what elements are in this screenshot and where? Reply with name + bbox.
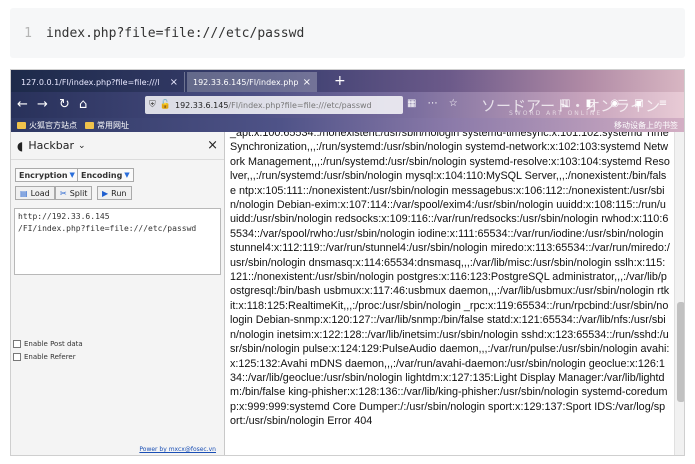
checkbox-label: Enable Post data (24, 340, 83, 348)
insecure-lock-icon[interactable]: 🔓 (160, 100, 171, 110)
encryption-dropdown[interactable]: Encryption ▼ (15, 168, 79, 182)
close-icon[interactable]: × (207, 138, 218, 153)
tab-active[interactable]: 192.33.6.145/FI/index.php?fi × (187, 72, 317, 92)
folder-icon (17, 122, 26, 129)
close-icon[interactable]: × (303, 77, 311, 88)
url-host: 192.33.6.145 (174, 100, 229, 110)
load-button[interactable]: ▤ Load (15, 186, 55, 200)
mobile-bookmarks[interactable]: 移动设备上的书签 (614, 120, 678, 131)
post-data-checkbox[interactable]: Enable Post data (13, 340, 83, 348)
encoding-label: Encoding (81, 170, 123, 180)
dropdown-arrow-icon: ▼ (124, 171, 130, 179)
dropdown-arrow-icon: ▼ (69, 171, 75, 179)
bookmark-label: 常用网址 (97, 121, 129, 130)
split-icon: ✂ (60, 188, 67, 198)
hackbar-url-textarea[interactable]: http://192.33.6.145 /FI/index.php?file=f… (14, 208, 221, 275)
new-tab-button[interactable]: + (334, 72, 346, 90)
hackbar-panel: ◖ Hackbar ⌄ × Encryption ▼ Encoding ▼ ▤ Loa… (11, 132, 225, 455)
page-content: _apt:x:100:65534::/nonexistent:/usr/sbin… (226, 132, 674, 455)
navigation-bar: ← → ↻ ⌂ ⛨ 🔓 192.33.6.145 /FI/index.php?f… (11, 92, 684, 118)
url-path: /FI/index.php?file=file:///etc/passwd (228, 100, 372, 110)
tab-label: 192.33.6.145/FI/index.php?fi (193, 77, 299, 87)
load-icon: ▤ (20, 188, 28, 198)
split-label: Split (69, 188, 88, 198)
run-icon: ▶ (102, 188, 109, 198)
page-action-icons[interactable]: ▦ ⋯ ☆ (407, 98, 462, 109)
hackbar-header: ◖ Hackbar ⌄ × (11, 132, 224, 160)
code-snippet: 1 index.php?file=file:///etc/passwd (10, 8, 685, 58)
url-bar[interactable]: ⛨ 🔓 192.33.6.145 /FI/index.php?file=file… (145, 96, 403, 114)
reload-icon[interactable]: ↻ (59, 96, 70, 114)
back-icon[interactable]: ← (17, 96, 28, 114)
load-label: Load (30, 188, 50, 198)
hackbar-credit-link[interactable]: Power by mxcx@fosec.vn (139, 446, 216, 453)
checkbox-box[interactable] (13, 353, 21, 361)
forward-icon[interactable]: → (37, 96, 48, 114)
bookmark-firefox[interactable]: 火狐官方站点 (17, 120, 77, 131)
toolbar-icons[interactable]: ▥ ◧ ◉ ▣ ≡ (561, 98, 673, 109)
bookmarks-bar: 火狐官方站点 常用网址 移动设备上的书签 (11, 118, 684, 132)
home-icon[interactable]: ⌂ (79, 96, 87, 114)
vertical-scrollbar[interactable] (674, 132, 684, 455)
referer-checkbox[interactable]: Enable Referer (13, 353, 76, 361)
run-label: Run (111, 188, 127, 198)
hackbar-title: Hackbar (28, 139, 75, 152)
scrollbar-thumb[interactable] (677, 302, 684, 402)
theme-brand-subtitle: SWORD ART ONLINE (509, 110, 603, 117)
checkbox-box[interactable] (13, 340, 21, 348)
checkbox-label: Enable Referer (24, 353, 76, 361)
passwd-output: _apt:x:100:65534::/nonexistent:/usr/sbin… (230, 132, 670, 428)
hackbar-logo-icon: ◖ (17, 138, 24, 153)
tab-bar: 127.0.0.1/FI/index.php?file=file:///l × … (11, 70, 684, 92)
line-number: 1 (24, 25, 32, 41)
browser-window: 127.0.0.1/FI/index.php?file=file:///l × … (10, 69, 685, 456)
run-button[interactable]: ▶ Run (97, 186, 132, 200)
shield-icon[interactable]: ⛨ (149, 100, 156, 110)
chevron-down-icon[interactable]: ⌄ (78, 141, 86, 151)
encoding-dropdown[interactable]: Encoding ▼ (77, 168, 134, 182)
folder-icon (85, 122, 94, 129)
tab-label: 127.0.0.1/FI/index.php?file=file:///l (21, 77, 160, 87)
bookmark-label: 火狐官方站点 (29, 121, 77, 130)
close-icon[interactable]: × (170, 77, 178, 88)
bookmark-common[interactable]: 常用网址 (85, 120, 129, 131)
tab-localhost[interactable]: 127.0.0.1/FI/index.php?file=file:///l × (15, 72, 185, 92)
code-text: index.php?file=file:///etc/passwd (46, 25, 305, 41)
split-button[interactable]: ✂ Split (55, 186, 93, 200)
encryption-label: Encryption (19, 170, 68, 180)
